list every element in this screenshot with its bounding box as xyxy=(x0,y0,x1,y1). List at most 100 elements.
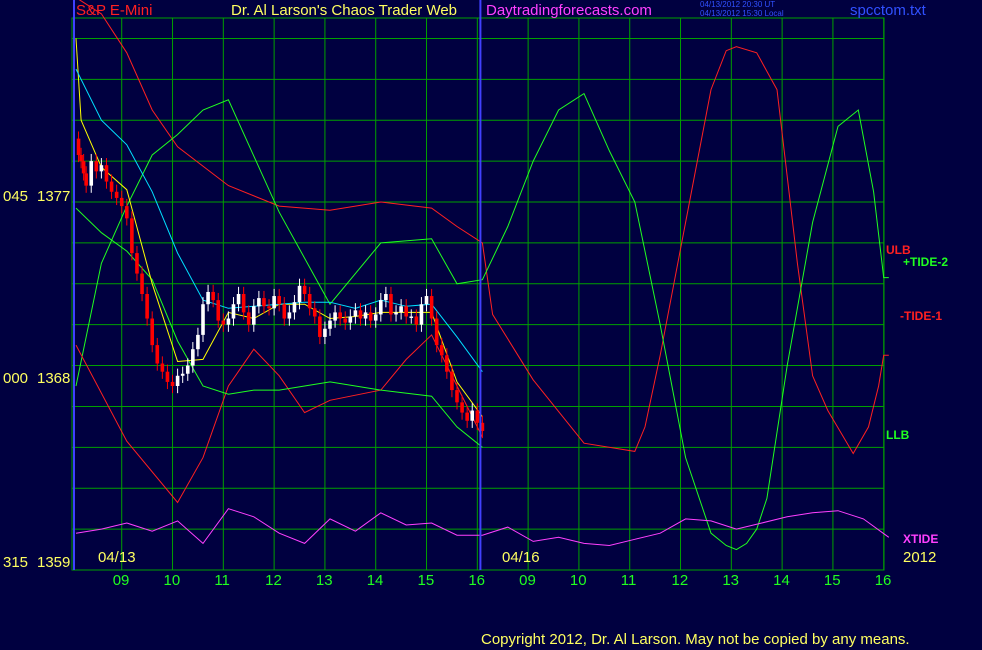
price-bar-body xyxy=(196,334,200,350)
year-label: 2012 xyxy=(903,549,937,566)
price-bar-body xyxy=(175,375,180,386)
x-tick-hour-label: 14 xyxy=(366,572,384,589)
series-line-ma-fast xyxy=(75,38,483,417)
data-file-name: spcctom.txt xyxy=(850,2,926,19)
price-bar-body xyxy=(434,318,439,346)
y-tick-value-1359: 1359 xyxy=(37,554,71,571)
chaos-trader-chart xyxy=(71,0,890,571)
price-bar-body xyxy=(404,306,408,317)
price-bar-body xyxy=(246,312,251,325)
y-tick-value-1368: 1368 xyxy=(37,370,71,387)
x-tick-hour-label: 10 xyxy=(569,572,587,589)
price-bar-body xyxy=(191,349,195,366)
price-bar-body xyxy=(363,312,368,319)
price-bar-body xyxy=(125,206,129,219)
price-bar-body xyxy=(201,304,205,335)
tide2-label: +TIDE-2 xyxy=(903,255,949,269)
price-bar-body xyxy=(130,218,134,254)
x-tick-hour-label: 10 xyxy=(163,572,181,589)
price-bar-body xyxy=(419,304,424,325)
date-label-0413: 04/13 xyxy=(98,549,136,566)
price-bar-body xyxy=(135,253,139,274)
y-tick-prefix-1368: 000 xyxy=(3,370,29,387)
date-label-0416: 04/16 xyxy=(502,549,540,566)
price-bar-body xyxy=(445,355,449,372)
x-tick-hour-label: 15 xyxy=(417,572,435,589)
price-bar-body xyxy=(160,363,165,372)
price-bar-body xyxy=(455,390,459,403)
price-bar-body xyxy=(389,294,393,315)
price-bar-body xyxy=(328,320,332,329)
site-link[interactable]: Daytradingforecasts.com xyxy=(486,3,652,18)
indicator-lines xyxy=(75,0,890,551)
price-bar-body xyxy=(287,312,292,319)
price-bar-body xyxy=(460,402,464,413)
price-bar-body xyxy=(94,161,99,172)
price-bar-body xyxy=(307,294,312,309)
price-bar-body xyxy=(89,161,94,186)
price-bar-body xyxy=(76,138,81,155)
x-tick-hour-label: 16 xyxy=(874,572,892,589)
price-bar-body xyxy=(84,173,88,186)
price-bar-body xyxy=(109,181,114,192)
price-bar-body xyxy=(81,161,86,174)
price-bar-body xyxy=(368,312,373,321)
llb-label: LLB xyxy=(886,428,910,442)
price-bar-body xyxy=(262,298,266,307)
price-bar-body xyxy=(333,312,337,321)
price-bar-body xyxy=(302,285,307,294)
x-tick-hour-label: 13 xyxy=(315,572,333,589)
series-line-tide-1 xyxy=(75,334,483,504)
y-tick-prefix-1359: 315 xyxy=(3,554,29,571)
price-bar-body xyxy=(373,314,378,321)
price-bar-body xyxy=(338,312,342,319)
copyright-notice: Copyright 2012, Dr. Al Larson. May not b… xyxy=(481,631,910,648)
timestamp-local: 04/13/2012 15:30 Local xyxy=(700,9,784,18)
price-bar-body xyxy=(282,304,287,319)
price-bar-body xyxy=(318,316,322,337)
price-bar-body xyxy=(257,298,261,307)
price-bar-body xyxy=(140,273,144,294)
price-bar-body xyxy=(424,296,429,305)
x-tick-hour-label: 14 xyxy=(773,572,790,589)
price-bar-body xyxy=(231,304,236,319)
price-bar-body xyxy=(429,296,434,319)
price-bar-body xyxy=(221,320,226,325)
price-bar-body xyxy=(414,316,419,325)
price-bar-body xyxy=(277,296,281,305)
price-bar-body xyxy=(267,306,271,309)
price-bar-body xyxy=(312,308,317,317)
page-title: Dr. Al Larson's Chaos Trader Web xyxy=(231,2,458,19)
x-tick-hour-label: 12 xyxy=(671,572,689,589)
price-bar-body xyxy=(465,412,469,421)
chart-grid xyxy=(71,17,885,571)
price-bar-body xyxy=(119,197,124,207)
price-bar-body xyxy=(409,316,414,318)
price-bar-body xyxy=(170,381,175,386)
price-bar-body xyxy=(155,345,160,364)
price-bar-body xyxy=(379,300,383,315)
plot-frame xyxy=(71,17,885,571)
price-bar-body xyxy=(439,345,444,356)
y-tick-prefix-1377: 045 xyxy=(3,188,29,205)
price-bar-body xyxy=(252,306,256,325)
xtide-label: XTIDE xyxy=(903,532,939,546)
price-bar-body xyxy=(358,310,363,319)
price-bar-body xyxy=(185,365,190,374)
price-bar-body xyxy=(241,294,246,313)
x-tick-hour-label: 15 xyxy=(823,572,841,589)
symbol-label: S&P E-Mini xyxy=(76,2,153,19)
x-tick-hour-label: 12 xyxy=(265,572,282,589)
price-bar-body xyxy=(206,291,210,305)
price-bar-body xyxy=(150,318,154,346)
price-bar-body xyxy=(343,318,348,323)
price-bar-body xyxy=(394,312,398,315)
price-bar-body xyxy=(79,154,83,162)
price-bar-body xyxy=(211,291,215,301)
price-bar-body xyxy=(470,410,475,421)
price-bar-body xyxy=(450,371,454,391)
price-bar-body xyxy=(399,306,403,313)
price-bars xyxy=(76,131,485,439)
x-tick-hour-label: 09 xyxy=(112,572,130,589)
series-line-xtide xyxy=(75,508,890,547)
